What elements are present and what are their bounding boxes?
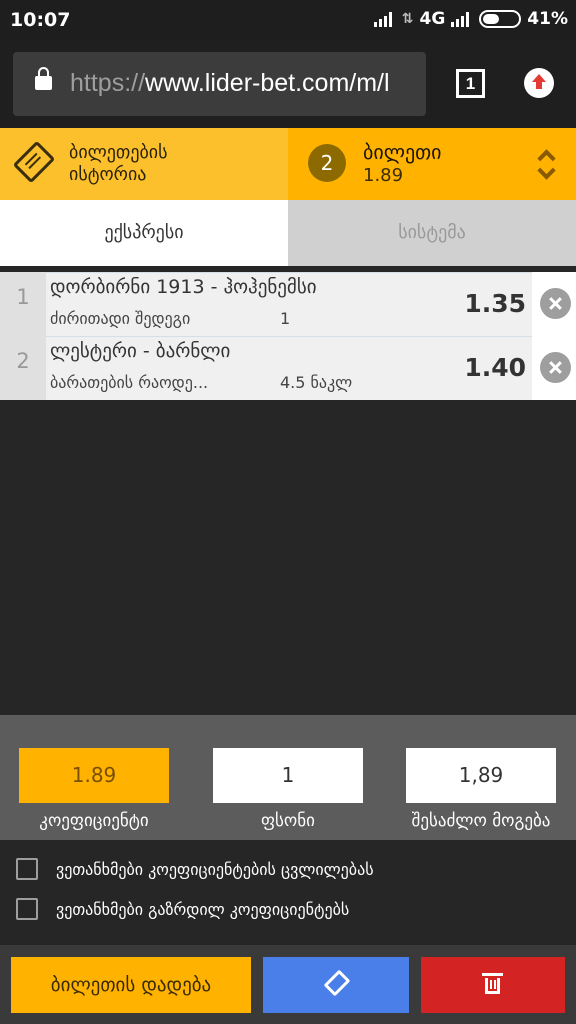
upload-icon[interactable]: [524, 68, 554, 98]
accept-odds-change-checkbox[interactable]: [16, 858, 38, 880]
bet-pick: 4.5 ნაკლ: [280, 373, 353, 392]
bet-event: დორბირნი 1913 - ჰოჰენემსი: [50, 276, 317, 298]
action-bar: ბილეთის დადება: [0, 945, 576, 1024]
coefficient-display: 1.89: [19, 748, 169, 803]
remove-bet-button[interactable]: [532, 272, 576, 336]
bet-index: 2: [0, 336, 46, 400]
betslip-header: ბილეთების ისტორია 2 ბილეთი 1.89: [0, 128, 576, 200]
bet-pick: 1: [280, 309, 291, 328]
ticket-title: ბილეთი: [363, 140, 442, 164]
bet-row: 1 დორბირნი 1913 - ჰოჰენემსი ძირითადი შედ…: [0, 272, 576, 336]
lock-icon: [35, 67, 52, 90]
ticket-history-label: ბილეთების ისტორია: [69, 142, 269, 186]
ticket-total-odds: 1.89: [363, 165, 404, 186]
status-bar: 10:07 ⇅ 4G 41%: [0, 0, 576, 40]
tab-switcher-button[interactable]: 1: [456, 69, 485, 98]
ticket-button[interactable]: [263, 957, 409, 1013]
bet-list: 1 დორბირნი 1913 - ჰოჰენემსი ძირითადი შედ…: [0, 272, 576, 400]
bet-odds: 1.40: [464, 353, 526, 382]
bet-type-tabs: ექსპრესი სისტემა: [0, 200, 576, 266]
status-time: 10:07: [10, 9, 71, 31]
accept-increased-odds-label: ვეთანხმები გაზრდილ კოეფიციენტებს: [56, 899, 350, 919]
agreement-options: ვეთანხმები კოეფიციენტების ცვლილებას ვეთა…: [0, 840, 576, 945]
close-icon: [540, 288, 571, 319]
possible-win-label: შესაძლო მოგება: [411, 811, 551, 831]
url-bar[interactable]: https://www.lider-bet.com/m/l: [13, 52, 426, 116]
battery-icon: [479, 10, 522, 28]
close-icon: [540, 352, 571, 383]
stake-input[interactable]: 1: [213, 748, 363, 803]
data-transfer-icon: ⇅: [401, 11, 414, 27]
ticket-icon: [12, 140, 56, 184]
coefficient-label: კოეფიციენტი: [39, 811, 149, 831]
stake-panel: 1.89 1 1,89 კოეფიციენტი ფსონი შესაძლო მო…: [0, 715, 576, 840]
network-type: 4G: [419, 9, 446, 29]
chevron-down-icon: [537, 161, 556, 180]
place-bet-button[interactable]: ბილეთის დადება: [11, 957, 251, 1013]
browser-toolbar: https://www.lider-bet.com/m/l 1: [0, 40, 576, 128]
status-icons: ⇅ 4G 41%: [373, 9, 568, 29]
stake-label: ფსონი: [261, 811, 315, 831]
ticket-history-label-line2: ისტორია: [69, 164, 147, 185]
bet-event: ლესტერი - ბარნლი: [50, 340, 231, 362]
tab-system[interactable]: სისტემა: [288, 200, 576, 266]
tab-express[interactable]: ექსპრესი: [0, 200, 288, 266]
bet-market: ძირითადი შედეგი: [50, 309, 191, 328]
accept-odds-change-option[interactable]: ვეთანხმები კოეფიციენტების ცვლილებას: [16, 857, 374, 881]
accept-increased-odds-checkbox[interactable]: [16, 898, 38, 920]
remove-bet-button[interactable]: [532, 336, 576, 400]
ticket-history-button[interactable]: ბილეთების ისტორია: [0, 128, 288, 200]
delete-button[interactable]: [421, 957, 565, 1013]
bet-index: 1: [0, 272, 46, 336]
url-text: https://www.lider-bet.com/m/l: [70, 69, 390, 98]
battery-percent: 41%: [527, 9, 568, 29]
bet-odds: 1.35: [464, 289, 526, 318]
ticket-summary[interactable]: 2 ბილეთი 1.89: [288, 128, 576, 200]
possible-win-display: 1,89: [406, 748, 556, 803]
bet-market: ბარათების რაოდე...: [50, 373, 209, 392]
ticket-icon: [323, 969, 351, 997]
ticket-history-label-line1: ბილეთების: [69, 142, 168, 163]
bet-details: დორბირნი 1913 - ჰოჰენემსი ძირითადი შედეგ…: [46, 272, 532, 336]
url-host: www.lider-bet.com/m/l: [145, 69, 390, 97]
signal-icon: [373, 11, 396, 27]
accept-odds-change-label: ვეთანხმები კოეფიციენტების ცვლილებას: [56, 859, 374, 879]
accept-increased-odds-option[interactable]: ვეთანხმები გაზრდილ კოეფიციენტებს: [16, 897, 349, 921]
trash-icon: [482, 973, 503, 994]
bet-details: ლესტერი - ბარნლი ბარათების რაოდე... 4.5 …: [46, 336, 532, 400]
ticket-count-badge: 2: [308, 144, 346, 182]
signal-icon-2: [451, 11, 473, 27]
bet-row: 2 ლესტერი - ბარნლი ბარათების რაოდე... 4.…: [0, 336, 576, 400]
url-scheme: https://: [70, 69, 146, 97]
